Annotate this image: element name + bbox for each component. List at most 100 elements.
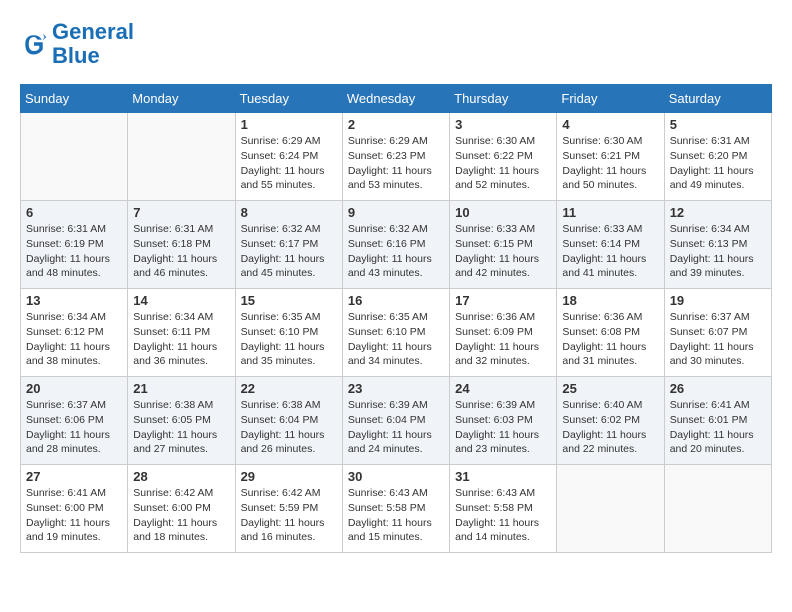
day-number: 30	[348, 469, 444, 484]
calendar-day-cell: 13 Sunrise: 6:34 AMSunset: 6:12 PMDayligh…	[21, 289, 128, 377]
weekday-header: Sunday	[21, 85, 128, 113]
calendar-day-cell: 6 Sunrise: 6:31 AMSunset: 6:19 PMDaylight…	[21, 201, 128, 289]
day-info: Sunrise: 6:43 AMSunset: 5:58 PMDaylight:…	[455, 486, 551, 545]
calendar-day-cell: 16Sunrise: 6:35 AMSunset: 6:10 PMDayligh…	[342, 289, 449, 377]
calendar-day-cell: 10 Sunrise: 6:33 AMSunset: 6:15 PMDayligh…	[450, 201, 557, 289]
day-info: Sunrise: 6:34 AMSunset: 6:11 PMDaylight:…	[133, 310, 229, 369]
calendar-day-cell: 7 Sunrise: 6:31 AMSunset: 6:18 PMDaylight…	[128, 201, 235, 289]
day-info: Sunrise: 6:29 AMSunset: 6:24 PMDaylight:…	[241, 134, 337, 193]
calendar-week-row: 27Sunrise: 6:41 AMSunset: 6:00 PMDayligh…	[21, 465, 772, 553]
day-number: 16	[348, 293, 444, 308]
day-number: 21	[133, 381, 229, 396]
day-info: Sunrise: 6:38 AMSunset: 6:04 PMDaylight:…	[241, 398, 337, 457]
calendar-day-cell: 21 Sunrise: 6:38 AMSunset: 6:05 PMDayligh…	[128, 377, 235, 465]
calendar-week-row: 6 Sunrise: 6:31 AMSunset: 6:19 PMDaylight…	[21, 201, 772, 289]
day-info: Sunrise: 6:41 AMSunset: 6:01 PMDaylight:…	[670, 398, 766, 457]
calendar-day-cell: 24 Sunrise: 6:39 AMSunset: 6:03 PMDayligh…	[450, 377, 557, 465]
weekday-header: Friday	[557, 85, 664, 113]
calendar-table: SundayMondayTuesdayWednesdayThursdayFrid…	[20, 84, 772, 553]
day-number: 12	[670, 205, 766, 220]
day-info: Sunrise: 6:31 AMSunset: 6:19 PMDaylight:…	[26, 222, 122, 281]
calendar-day-cell: 11 Sunrise: 6:33 AMSunset: 6:14 PMDayligh…	[557, 201, 664, 289]
day-number: 8	[241, 205, 337, 220]
calendar-day-cell: 4 Sunrise: 6:30 AMSunset: 6:21 PMDaylight…	[557, 113, 664, 201]
day-info: Sunrise: 6:37 AMSunset: 6:06 PMDaylight:…	[26, 398, 122, 457]
calendar-week-row: 1 Sunrise: 6:29 AMSunset: 6:24 PMDaylight…	[21, 113, 772, 201]
day-number: 24	[455, 381, 551, 396]
day-number: 28	[133, 469, 229, 484]
calendar-week-row: 13 Sunrise: 6:34 AMSunset: 6:12 PMDayligh…	[21, 289, 772, 377]
calendar-day-cell: 19Sunrise: 6:37 AMSunset: 6:07 PMDayligh…	[664, 289, 771, 377]
day-info: Sunrise: 6:39 AMSunset: 6:03 PMDaylight:…	[455, 398, 551, 457]
day-info: Sunrise: 6:33 AMSunset: 6:14 PMDaylight:…	[562, 222, 658, 281]
calendar-day-cell: 17 Sunrise: 6:36 AMSunset: 6:09 PMDayligh…	[450, 289, 557, 377]
calendar-day-cell	[128, 113, 235, 201]
calendar-day-cell: 20 Sunrise: 6:37 AMSunset: 6:06 PMDayligh…	[21, 377, 128, 465]
day-number: 1	[241, 117, 337, 132]
day-number: 20	[26, 381, 122, 396]
day-number: 13	[26, 293, 122, 308]
day-number: 4	[562, 117, 658, 132]
day-info: Sunrise: 6:30 AMSunset: 6:21 PMDaylight:…	[562, 134, 658, 193]
day-number: 7	[133, 205, 229, 220]
day-number: 17	[455, 293, 551, 308]
logo: GeneralBlue	[20, 20, 134, 68]
day-info: Sunrise: 6:43 AMSunset: 5:58 PMDaylight:…	[348, 486, 444, 545]
day-number: 9	[348, 205, 444, 220]
day-info: Sunrise: 6:38 AMSunset: 6:05 PMDaylight:…	[133, 398, 229, 457]
calendar-day-cell: 18 Sunrise: 6:36 AMSunset: 6:08 PMDayligh…	[557, 289, 664, 377]
day-number: 31	[455, 469, 551, 484]
weekday-header: Saturday	[664, 85, 771, 113]
day-number: 29	[241, 469, 337, 484]
day-number: 18	[562, 293, 658, 308]
page-header: GeneralBlue	[20, 20, 772, 68]
day-info: Sunrise: 6:37 AMSunset: 6:07 PMDaylight:…	[670, 310, 766, 369]
day-number: 2	[348, 117, 444, 132]
day-info: Sunrise: 6:42 AMSunset: 6:00 PMDaylight:…	[133, 486, 229, 545]
calendar-day-cell	[664, 465, 771, 553]
day-info: Sunrise: 6:42 AMSunset: 5:59 PMDaylight:…	[241, 486, 337, 545]
day-info: Sunrise: 6:31 AMSunset: 6:18 PMDaylight:…	[133, 222, 229, 281]
calendar-day-cell: 5Sunrise: 6:31 AMSunset: 6:20 PMDaylight…	[664, 113, 771, 201]
calendar-header-row: SundayMondayTuesdayWednesdayThursdayFrid…	[21, 85, 772, 113]
day-number: 10	[455, 205, 551, 220]
day-info: Sunrise: 6:35 AMSunset: 6:10 PMDaylight:…	[241, 310, 337, 369]
day-number: 23	[348, 381, 444, 396]
calendar-day-cell: 23 Sunrise: 6:39 AMSunset: 6:04 PMDayligh…	[342, 377, 449, 465]
day-info: Sunrise: 6:34 AMSunset: 6:13 PMDaylight:…	[670, 222, 766, 281]
calendar-day-cell: 15Sunrise: 6:35 AMSunset: 6:10 PMDayligh…	[235, 289, 342, 377]
calendar-day-cell: 22 Sunrise: 6:38 AMSunset: 6:04 PMDayligh…	[235, 377, 342, 465]
day-number: 26	[670, 381, 766, 396]
day-info: Sunrise: 6:34 AMSunset: 6:12 PMDaylight:…	[26, 310, 122, 369]
calendar-day-cell: 12 Sunrise: 6:34 AMSunset: 6:13 PMDayligh…	[664, 201, 771, 289]
calendar-day-cell	[21, 113, 128, 201]
weekday-header: Wednesday	[342, 85, 449, 113]
calendar-day-cell: 30 Sunrise: 6:43 AMSunset: 5:58 PMDayligh…	[342, 465, 449, 553]
day-number: 11	[562, 205, 658, 220]
day-info: Sunrise: 6:36 AMSunset: 6:08 PMDaylight:…	[562, 310, 658, 369]
day-info: Sunrise: 6:36 AMSunset: 6:09 PMDaylight:…	[455, 310, 551, 369]
weekday-header: Tuesday	[235, 85, 342, 113]
calendar-day-cell: 28 Sunrise: 6:42 AMSunset: 6:00 PMDayligh…	[128, 465, 235, 553]
day-number: 6	[26, 205, 122, 220]
day-info: Sunrise: 6:40 AMSunset: 6:02 PMDaylight:…	[562, 398, 658, 457]
calendar-day-cell: 29 Sunrise: 6:42 AMSunset: 5:59 PMDayligh…	[235, 465, 342, 553]
logo-text: GeneralBlue	[52, 20, 134, 68]
day-info: Sunrise: 6:32 AMSunset: 6:16 PMDaylight:…	[348, 222, 444, 281]
calendar-day-cell: 1 Sunrise: 6:29 AMSunset: 6:24 PMDaylight…	[235, 113, 342, 201]
calendar-day-cell: 3Sunrise: 6:30 AMSunset: 6:22 PMDaylight…	[450, 113, 557, 201]
calendar-day-cell	[557, 465, 664, 553]
day-number: 22	[241, 381, 337, 396]
day-number: 27	[26, 469, 122, 484]
day-info: Sunrise: 6:32 AMSunset: 6:17 PMDaylight:…	[241, 222, 337, 281]
day-info: Sunrise: 6:33 AMSunset: 6:15 PMDaylight:…	[455, 222, 551, 281]
day-number: 5	[670, 117, 766, 132]
logo-icon	[20, 30, 48, 58]
calendar-day-cell: 31 Sunrise: 6:43 AMSunset: 5:58 PMDayligh…	[450, 465, 557, 553]
calendar-day-cell: 25Sunrise: 6:40 AMSunset: 6:02 PMDayligh…	[557, 377, 664, 465]
weekday-header: Thursday	[450, 85, 557, 113]
day-info: Sunrise: 6:39 AMSunset: 6:04 PMDaylight:…	[348, 398, 444, 457]
calendar-day-cell: 26 Sunrise: 6:41 AMSunset: 6:01 PMDayligh…	[664, 377, 771, 465]
calendar-day-cell: 14 Sunrise: 6:34 AMSunset: 6:11 PMDayligh…	[128, 289, 235, 377]
day-number: 14	[133, 293, 229, 308]
